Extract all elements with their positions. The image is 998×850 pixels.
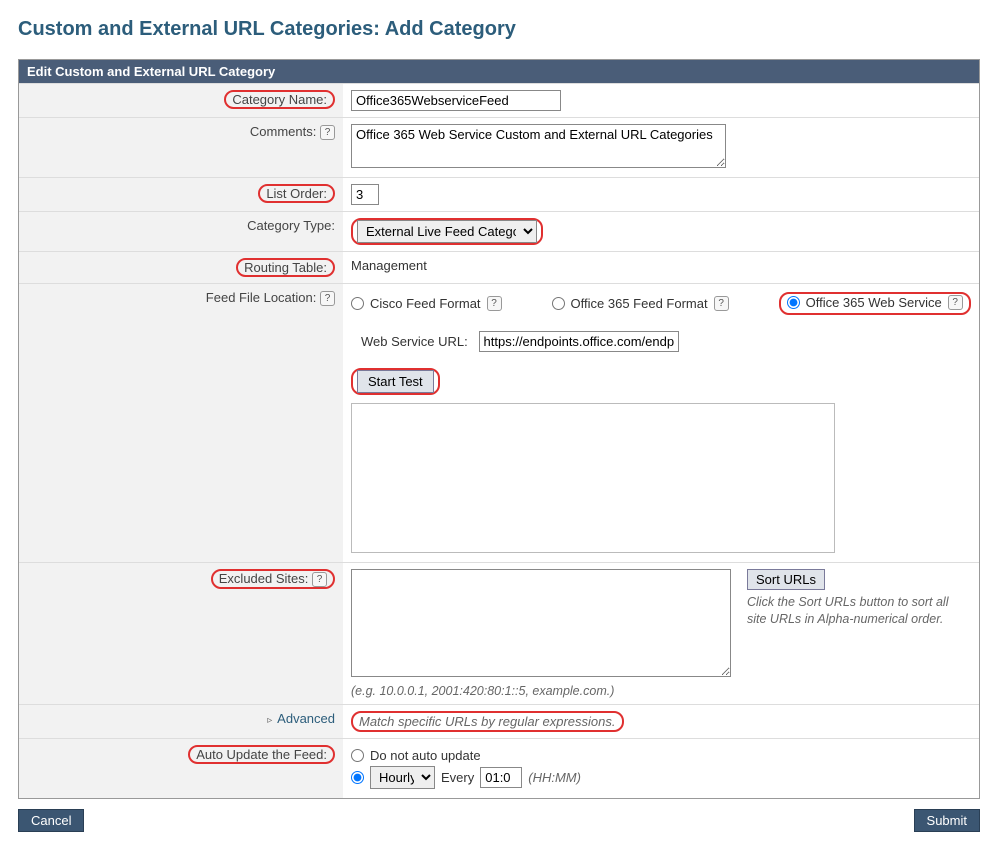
radio-o365-ws[interactable]: [787, 296, 800, 309]
help-icon[interactable]: ?: [948, 295, 963, 310]
sort-urls-button[interactable]: Sort URLs: [747, 569, 825, 590]
feed-format-radios: Cisco Feed Format ? Office 365 Feed Form…: [351, 292, 971, 315]
cancel-button[interactable]: Cancel: [18, 809, 84, 832]
label-every: Every: [441, 770, 474, 785]
web-service-url-input[interactable]: [479, 331, 679, 352]
radio-do-not-auto-update-label: Do not auto update: [370, 748, 481, 763]
page-title: Custom and External URL Categories: Add …: [18, 18, 980, 41]
sort-urls-desc: Click the Sort URLs button to sort all s…: [747, 594, 957, 628]
list-order-input[interactable]: [351, 184, 379, 205]
radio-o365-ws-label: Office 365 Web Service: [806, 295, 942, 310]
label-category-type: Category Type:: [247, 218, 335, 233]
hhmm-hint: (HH:MM): [528, 770, 581, 785]
help-icon[interactable]: ?: [487, 296, 502, 311]
advanced-toggle[interactable]: ▹ Advanced: [267, 711, 335, 726]
help-icon[interactable]: ?: [312, 572, 327, 587]
help-icon[interactable]: ?: [320, 291, 335, 306]
category-name-input[interactable]: [351, 90, 561, 111]
label-category-name: Category Name:: [224, 90, 335, 109]
label-web-service-url: Web Service URL:: [361, 334, 468, 349]
label-comments: Comments:: [250, 124, 316, 139]
label-list-order: List Order:: [258, 184, 335, 203]
radio-cisco-feed-label: Cisco Feed Format: [370, 296, 481, 311]
label-routing-table: Routing Table:: [236, 258, 335, 277]
radio-o365-feed[interactable]: [552, 297, 565, 310]
label-excluded-sites: Excluded Sites:: [219, 571, 309, 586]
feed-test-results[interactable]: [351, 403, 835, 553]
label-auto-update: Auto Update the Feed:: [188, 745, 335, 764]
excluded-sites-textarea[interactable]: [351, 569, 731, 677]
radio-do-not-auto-update[interactable]: [351, 749, 364, 762]
advanced-description: Match specific URLs by regular expressio…: [359, 714, 616, 729]
start-test-button[interactable]: Start Test: [357, 370, 434, 393]
excluded-sites-hint: (e.g. 10.0.0.1, 2001:420:80:1::5, exampl…: [351, 684, 731, 698]
help-icon[interactable]: ?: [320, 125, 335, 140]
panel-header: Edit Custom and External URL Category: [19, 60, 979, 83]
routing-table-value: Management: [351, 258, 427, 273]
radio-o365-feed-label: Office 365 Feed Format: [571, 296, 708, 311]
category-type-select[interactable]: External Live Feed Category: [357, 220, 537, 243]
radio-cisco-feed[interactable]: [351, 297, 364, 310]
help-icon[interactable]: ?: [714, 296, 729, 311]
label-feed-location: Feed File Location:: [206, 290, 317, 305]
chevron-right-icon: ▹: [267, 715, 272, 726]
radio-auto-update-interval[interactable]: [351, 771, 364, 784]
edit-panel: Edit Custom and External URL Category Ca…: [18, 59, 980, 799]
form-table: Category Name: Comments: ? Office 365 We…: [19, 83, 979, 798]
auto-update-hhmm-input[interactable]: [480, 767, 522, 788]
comments-textarea[interactable]: Office 365 Web Service Custom and Extern…: [351, 124, 726, 168]
auto-update-interval-select[interactable]: Hourly: [370, 766, 435, 789]
label-advanced: Advanced: [277, 711, 335, 726]
submit-button[interactable]: Submit: [914, 809, 980, 832]
